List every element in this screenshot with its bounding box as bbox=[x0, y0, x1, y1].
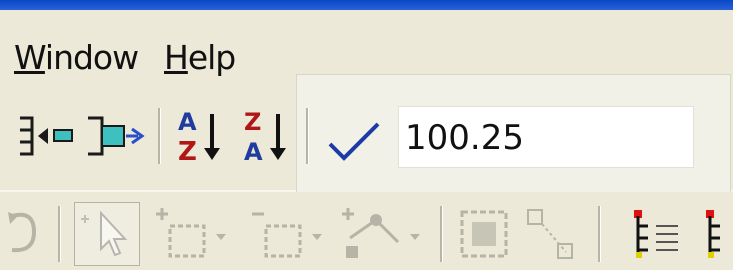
menu-help[interactable]: Help bbox=[164, 38, 236, 77]
svg-text:Z: Z bbox=[244, 108, 261, 136]
sort-z-a-icon[interactable]: Z A bbox=[238, 104, 292, 168]
toolbar-separator bbox=[58, 206, 61, 262]
toolbar-separator bbox=[158, 108, 161, 164]
pointer-icon bbox=[81, 210, 128, 257]
group-icon[interactable] bbox=[456, 206, 516, 262]
arrow-left-icon[interactable] bbox=[18, 112, 76, 160]
menu-window[interactable]: Window bbox=[14, 38, 139, 77]
rotate-icon[interactable] bbox=[4, 206, 44, 262]
svg-text:A: A bbox=[244, 138, 263, 166]
toolbar-separator bbox=[598, 206, 601, 262]
value-input[interactable]: 100.25 bbox=[398, 106, 694, 168]
checkmark-icon[interactable] bbox=[326, 118, 382, 166]
select-tool[interactable] bbox=[74, 202, 140, 266]
code-list-icon[interactable] bbox=[626, 206, 686, 262]
sort-a-z-icon[interactable]: A Z bbox=[172, 104, 226, 168]
toolbar-separator bbox=[306, 108, 309, 164]
window-title-edge bbox=[0, 0, 733, 10]
svg-text:A: A bbox=[178, 108, 197, 136]
add-node-icon[interactable] bbox=[336, 206, 432, 262]
ungroup-icon[interactable] bbox=[522, 206, 582, 262]
toolbar-separator bbox=[440, 206, 443, 262]
svg-text:Z: Z bbox=[178, 137, 197, 167]
arrow-right-icon[interactable] bbox=[86, 112, 148, 160]
remove-rectangle-icon[interactable] bbox=[246, 206, 336, 262]
add-rectangle-icon[interactable] bbox=[150, 206, 240, 262]
code-icon[interactable] bbox=[698, 206, 733, 262]
